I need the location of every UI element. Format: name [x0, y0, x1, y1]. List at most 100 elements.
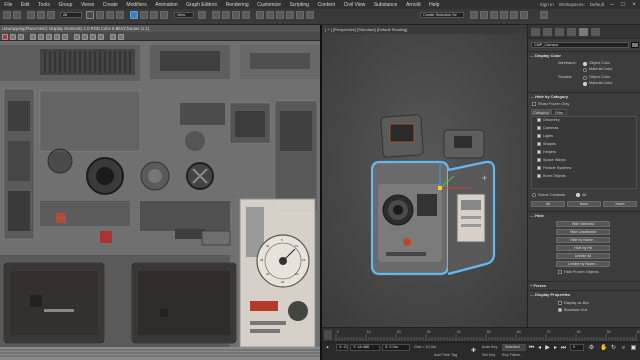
spinner-snap-icon[interactable]	[242, 11, 250, 19]
tab-modify-icon[interactable]	[543, 28, 552, 36]
uvw-move-icon[interactable]	[30, 33, 36, 40]
coord-z-field[interactable]: Z: 0.0m	[382, 344, 410, 351]
tab-filter[interactable]: Filter	[551, 109, 567, 115]
menu-file[interactable]: File	[0, 2, 17, 8]
category-none-button[interactable]: None	[567, 201, 601, 207]
mirror-icon[interactable]	[266, 11, 274, 19]
snaps-toggle-icon[interactable]	[212, 11, 220, 19]
menu-create[interactable]: Create	[99, 2, 123, 8]
rendered-frame-window-icon[interactable]	[510, 11, 518, 19]
sign-in-link[interactable]: Sign In	[540, 2, 554, 7]
key-filters-button[interactable]: Key Filters...	[502, 353, 523, 357]
all-radio[interactable]	[576, 193, 580, 197]
tab-create-icon[interactable]	[531, 28, 540, 36]
render-setup-icon[interactable]	[500, 11, 508, 19]
play-icon[interactable]: ▶	[544, 345, 551, 352]
category-particle-systems-checkbox[interactable]	[537, 166, 541, 170]
add-time-tag-button[interactable]: Add Time Tag	[434, 353, 457, 357]
hide-frozen-checkbox[interactable]	[558, 270, 562, 274]
set-key-button[interactable]: Set Key	[482, 353, 495, 357]
unlink-icon[interactable]	[37, 11, 45, 19]
time-configuration-icon[interactable]: ⚙	[588, 345, 595, 352]
uvw-pan-icon[interactable]	[74, 33, 80, 40]
select-rotate-icon[interactable]	[140, 11, 148, 19]
maxscript-listener-icon[interactable]: ▪	[324, 345, 331, 352]
previous-frame-icon[interactable]: ◂	[536, 345, 543, 352]
rollout-display-color[interactable]: Display Color	[530, 52, 638, 59]
render-production-icon[interactable]	[520, 11, 528, 19]
rollout-display-properties[interactable]: Display Properties	[530, 291, 638, 298]
timeline-track[interactable]: 0102030405060708090100	[322, 327, 640, 342]
show-frozen-checkbox[interactable]	[532, 102, 536, 106]
uvw-grid-icon[interactable]	[98, 33, 104, 40]
window-crossing-icon[interactable]	[116, 11, 124, 19]
wireframe-object-color-radio[interactable]	[583, 61, 587, 66]
angle-snap-icon[interactable]	[222, 11, 230, 19]
wireframe-material-color-radio[interactable]	[583, 67, 587, 72]
layer-explorer-icon[interactable]	[296, 11, 304, 19]
pivot-center-icon[interactable]	[198, 11, 206, 19]
hide-selected-button[interactable]: Hide Selected	[556, 221, 610, 227]
category-cameras-checkbox[interactable]	[537, 126, 541, 130]
coord-y-field[interactable]: Y: 18.468	[350, 344, 380, 351]
uvw-options-icon[interactable]	[118, 33, 124, 40]
scene-contents-radio[interactable]	[532, 193, 536, 197]
category-bone-objects-checkbox[interactable]	[537, 174, 541, 178]
select-move-icon[interactable]	[130, 11, 138, 19]
teapot-render-icon[interactable]	[540, 11, 548, 19]
perspective-viewport[interactable]: [ + ] [Perspective] [Standard] [Default …	[322, 25, 527, 327]
select-object-icon[interactable]	[86, 11, 94, 19]
backface-cull-checkbox[interactable]	[558, 308, 562, 312]
uvw-green-channel-icon[interactable]	[10, 33, 16, 40]
unhide-all-button[interactable]: Unhide All	[556, 253, 610, 259]
menu-scripting[interactable]: Scripting	[285, 2, 313, 8]
menu-civil-view[interactable]: Civil View	[339, 2, 369, 8]
menu-rendering[interactable]: Rendering	[221, 2, 253, 8]
menu-substance[interactable]: Substance	[370, 2, 402, 8]
object-color-swatch[interactable]	[631, 42, 639, 48]
shaded-object-color-radio[interactable]	[583, 75, 587, 80]
bind-space-warp-icon[interactable]	[47, 11, 55, 19]
hide-by-hit-button[interactable]: Hide by Hit	[556, 245, 610, 251]
category-helpers-checkbox[interactable]	[537, 150, 541, 154]
schematic-view-icon[interactable]	[480, 11, 488, 19]
curve-editor-icon[interactable]	[470, 11, 478, 19]
select-scale-icon[interactable]	[150, 11, 158, 19]
rollout-freeze[interactable]: Freeze	[530, 282, 638, 289]
uvw-red-channel-icon[interactable]	[2, 33, 8, 40]
zoom-view-icon[interactable]: ⌕	[620, 345, 627, 352]
uvw-zoom-extents-icon[interactable]	[90, 33, 96, 40]
ribbon-icon[interactable]	[306, 11, 314, 19]
selection-filter-dropdown[interactable]: All	[60, 12, 82, 18]
rollout-hide-by-category[interactable]: Hide by Category	[530, 93, 638, 100]
tab-display-icon[interactable]	[579, 28, 588, 36]
close-icon[interactable]: ×	[631, 2, 637, 8]
link-icon[interactable]	[27, 11, 35, 19]
material-editor-icon[interactable]	[490, 11, 498, 19]
menu-group[interactable]: Group	[54, 2, 77, 8]
menu-animation[interactable]: Animation	[151, 2, 182, 8]
workspace-dropdown[interactable]: Default	[590, 2, 604, 7]
orbit-icon[interactable]: ↻	[610, 345, 617, 352]
menu-views[interactable]: Views	[77, 2, 99, 8]
tab-hierarchy-icon[interactable]	[555, 28, 564, 36]
unhide-by-name-button[interactable]: Unhide by Name...	[556, 261, 610, 267]
uvw-scale-icon[interactable]	[46, 33, 52, 40]
maximize-icon[interactable]: □	[620, 2, 626, 8]
minimize-icon[interactable]: –	[609, 2, 615, 8]
rollout-hide[interactable]: Hide	[530, 212, 638, 219]
undo-icon[interactable]	[3, 11, 11, 19]
percent-snap-icon[interactable]	[232, 11, 240, 19]
hide-unselected-button[interactable]: Hide Unselected	[556, 229, 610, 235]
go-to-start-icon[interactable]: ⏮	[528, 345, 535, 352]
coord-x-field[interactable]: X: 23.7m	[336, 344, 348, 351]
category-lights-checkbox[interactable]	[537, 134, 541, 138]
category-space-warps-checkbox[interactable]	[537, 158, 541, 162]
menu-tools[interactable]: Tools	[34, 2, 54, 8]
tab-motion-icon[interactable]	[567, 28, 576, 36]
go-to-end-icon[interactable]: ⏭	[560, 345, 567, 352]
menu-content[interactable]: Content	[313, 2, 339, 8]
current-frame-field[interactable]: 0	[570, 344, 584, 351]
pan-view-icon[interactable]: ✋	[600, 345, 607, 352]
category-shapes-checkbox[interactable]	[537, 142, 541, 146]
